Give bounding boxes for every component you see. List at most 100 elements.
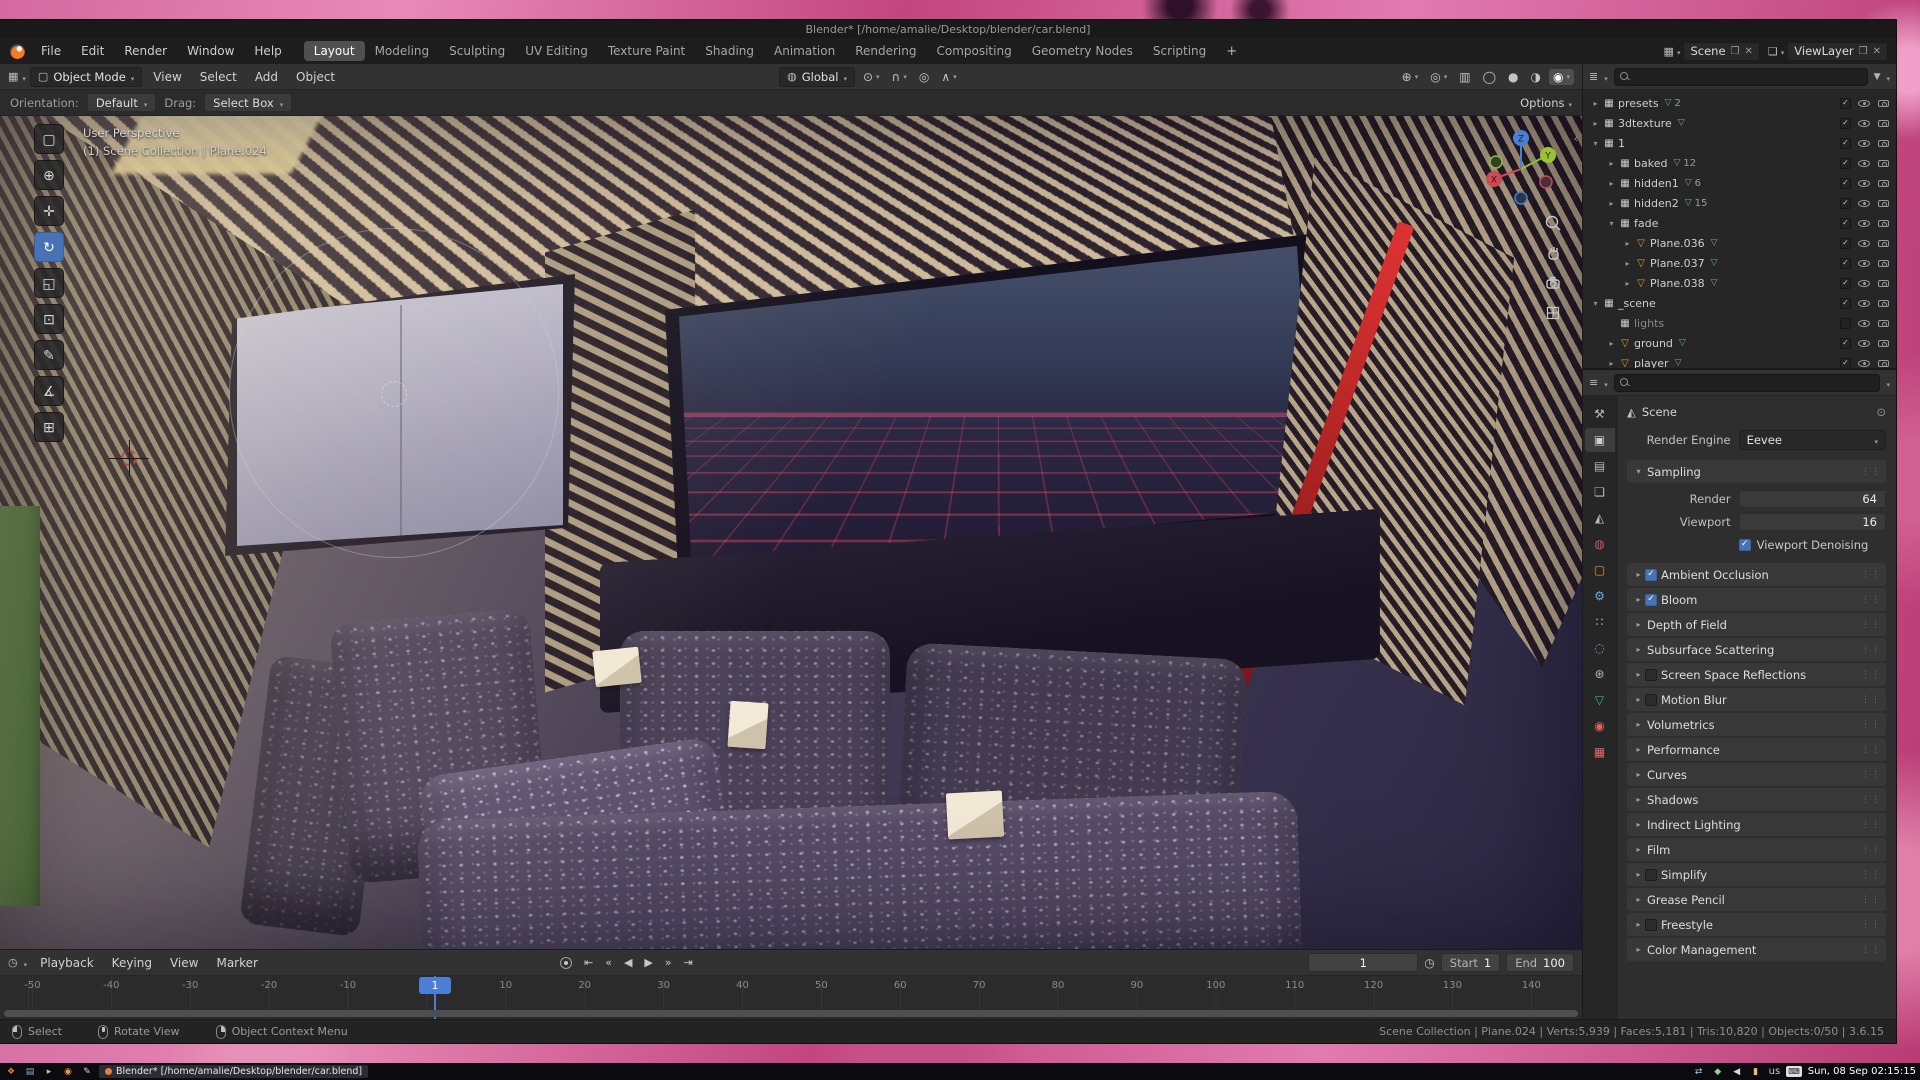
- blender-logo-icon[interactable]: [10, 44, 25, 59]
- outliner-row[interactable]: fade: [1583, 213, 1896, 233]
- zoom-icon[interactable]: [1544, 214, 1562, 232]
- rotate-tool[interactable]: ↻: [34, 232, 64, 262]
- wireframe-shading-icon[interactable]: ◯: [1479, 69, 1500, 85]
- expand-arrow-icon[interactable]: [1589, 299, 1602, 308]
- disable-render-icon[interactable]: [1877, 217, 1890, 230]
- selectable-checkbox[interactable]: [1840, 218, 1851, 229]
- object-tab[interactable]: ▢: [1585, 558, 1615, 582]
- window-titlebar[interactable]: Blender* [/home/amalie/Desktop/blender/c…: [0, 20, 1896, 38]
- drag-grip-icon[interactable]: [1861, 695, 1881, 705]
- section-checkbox[interactable]: [1645, 669, 1657, 681]
- prop-section-header[interactable]: Ambient Occlusion: [1627, 563, 1886, 586]
- annotate-tool[interactable]: ✎: [34, 340, 64, 370]
- drag-grip-icon[interactable]: [1861, 570, 1881, 580]
- workspace-tab[interactable]: Modeling: [365, 41, 440, 61]
- outliner-row[interactable]: _scene: [1583, 293, 1896, 313]
- viewport-menu-item[interactable]: Select: [193, 68, 244, 86]
- prev-keyframe-button[interactable]: «: [601, 955, 616, 970]
- properties-search-input[interactable]: [1633, 377, 1875, 389]
- selectable-checkbox[interactable]: [1840, 298, 1851, 309]
- selectable-checkbox[interactable]: [1840, 98, 1851, 109]
- network-tray-icon[interactable]: ⇄: [1692, 1065, 1706, 1078]
- axis-x-label[interactable]: X: [1491, 176, 1497, 186]
- editor-type-icon[interactable]: [8, 956, 18, 969]
- new-scene-icon[interactable]: [1731, 46, 1740, 57]
- playhead-chip[interactable]: 1: [419, 977, 451, 994]
- hide-eye-icon[interactable]: [1857, 137, 1871, 150]
- outliner-row[interactable]: hidden1 6: [1583, 173, 1896, 193]
- keyboard-layout-label[interactable]: us: [1769, 1066, 1781, 1077]
- workspace-tab[interactable]: Texture Paint: [598, 41, 695, 61]
- row-label[interactable]: presets: [1618, 97, 1659, 110]
- hide-eye-icon[interactable]: [1857, 177, 1871, 190]
- outliner-row[interactable]: baked 12: [1583, 153, 1896, 173]
- filter-icon[interactable]: [1874, 72, 1881, 82]
- pin-icon[interactable]: [1876, 405, 1886, 419]
- navigation-gizmo[interactable]: Z Y X: [1478, 126, 1564, 212]
- disable-render-icon[interactable]: [1877, 237, 1890, 250]
- disable-render-icon[interactable]: [1877, 157, 1890, 170]
- row-label[interactable]: ground: [1634, 337, 1673, 350]
- row-label[interactable]: lights: [1634, 317, 1664, 330]
- outliner-row[interactable]: player: [1583, 353, 1896, 368]
- selectable-checkbox[interactable]: [1840, 278, 1851, 289]
- prop-section-header[interactable]: Curves: [1627, 763, 1886, 786]
- show-overlays-icon[interactable]: ◎: [1426, 69, 1451, 85]
- section-checkbox[interactable]: [1645, 919, 1657, 931]
- drag-grip-icon[interactable]: [1861, 645, 1881, 655]
- expand-arrow-icon[interactable]: [1589, 99, 1602, 108]
- prop-section-header[interactable]: Grease Pencil: [1627, 888, 1886, 911]
- snap-magnet-icon[interactable]: ∩: [888, 69, 911, 85]
- hide-eye-icon[interactable]: [1857, 157, 1871, 170]
- clock-icon[interactable]: ◷: [1424, 956, 1434, 970]
- browse-viewlayer-icon[interactable]: [1768, 45, 1778, 58]
- workspace-tab[interactable]: Compositing: [926, 41, 1021, 61]
- workspace-tab[interactable]: Geometry Nodes: [1022, 41, 1143, 61]
- selectable-checkbox[interactable]: [1840, 338, 1851, 349]
- number-field[interactable]: 16: [1739, 513, 1886, 531]
- transform-pivot-icon[interactable]: ⊙: [859, 69, 884, 85]
- outliner-row[interactable]: presets 2: [1583, 93, 1896, 113]
- menu-item[interactable]: Edit: [73, 42, 112, 60]
- updates-tray-icon[interactable]: ◆: [1711, 1065, 1725, 1078]
- hide-eye-icon[interactable]: [1857, 317, 1871, 330]
- outliner-row[interactable]: Plane.038: [1583, 273, 1896, 293]
- timeline-ruler[interactable]: -50-40-30-20-100102030405060708090100110…: [0, 976, 1582, 1019]
- auto-keying-icon[interactable]: [560, 957, 572, 969]
- viewlayer-name[interactable]: ViewLayer: [1794, 44, 1853, 58]
- timeline-menu-item[interactable]: Marker: [209, 954, 264, 972]
- axis-y-label[interactable]: Y: [1544, 152, 1551, 162]
- ortho-toggle-icon[interactable]: [1544, 304, 1562, 322]
- disable-render-icon[interactable]: [1877, 357, 1890, 369]
- options-dropdown[interactable]: Options: [1520, 96, 1572, 110]
- indicator-tray-icon[interactable]: ▮: [1749, 1065, 1763, 1078]
- hide-eye-icon[interactable]: [1857, 117, 1871, 130]
- hide-eye-icon[interactable]: [1857, 277, 1871, 290]
- outliner-row[interactable]: Plane.036: [1583, 233, 1896, 253]
- proportional-editing-icon[interactable]: ◎: [915, 69, 933, 85]
- camera-view-icon[interactable]: [1544, 274, 1562, 292]
- pan-hand-icon[interactable]: [1544, 244, 1562, 262]
- falloff-icon[interactable]: ∧: [937, 69, 960, 85]
- timeline-menu-item[interactable]: View: [163, 954, 205, 972]
- drag-grip-icon[interactable]: [1861, 895, 1881, 905]
- transform-tool[interactable]: ⊡: [34, 304, 64, 334]
- end-frame-field[interactable]: End 100: [1506, 953, 1574, 972]
- row-label[interactable]: hidden1: [1634, 177, 1679, 190]
- orientation-setting-dropdown[interactable]: Default: [87, 93, 157, 112]
- row-label[interactable]: hidden2: [1634, 197, 1679, 210]
- outliner-row[interactable]: lights: [1583, 313, 1896, 333]
- scene-name[interactable]: Scene: [1690, 44, 1725, 58]
- start-frame-field[interactable]: Start 1: [1441, 953, 1500, 972]
- prop-section-header[interactable]: Simplify: [1627, 863, 1886, 886]
- hide-eye-icon[interactable]: [1857, 97, 1871, 110]
- view-layer-tab[interactable]: ❏: [1585, 480, 1615, 504]
- scale-tool[interactable]: ◱: [34, 268, 64, 298]
- expand-arrow-icon[interactable]: [1621, 259, 1634, 268]
- rendered-shading-icon[interactable]: ◉: [1549, 69, 1574, 85]
- disable-render-icon[interactable]: [1877, 137, 1890, 150]
- editor-type-icon[interactable]: [8, 70, 18, 83]
- selectable-checkbox[interactable]: [1840, 118, 1851, 129]
- drag-grip-icon[interactable]: [1861, 795, 1881, 805]
- jump-to-end-button[interactable]: ⇥: [680, 955, 697, 970]
